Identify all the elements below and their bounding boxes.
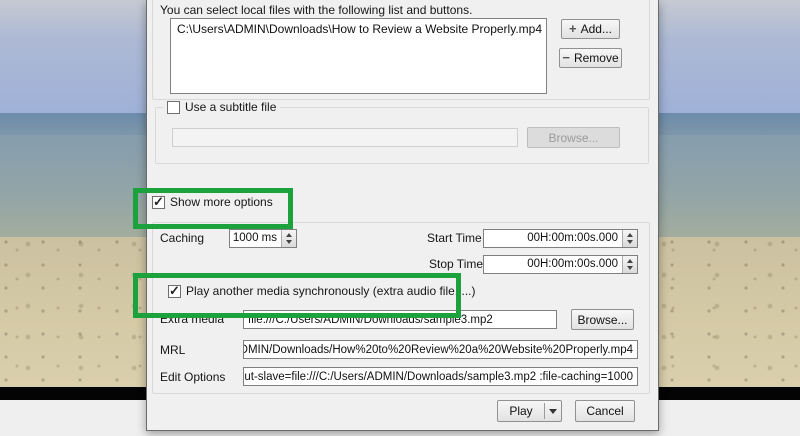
start-time-spin-buttons[interactable] bbox=[622, 230, 637, 247]
file-selection-frame bbox=[152, 0, 650, 100]
spin-up-icon bbox=[286, 233, 292, 237]
edit-options-input[interactable]: :input-slave=file:///C:/Users/ADMIN/Down… bbox=[243, 367, 638, 386]
play-dropdown-button[interactable] bbox=[545, 409, 561, 414]
stop-time-spin-buttons[interactable] bbox=[622, 256, 637, 273]
play-split-button[interactable]: Play bbox=[497, 400, 562, 422]
subtitle-path-input[interactable] bbox=[172, 128, 518, 147]
use-subtitle-checkbox[interactable] bbox=[167, 101, 180, 114]
start-time-value: 00H:00m:00s.000 bbox=[484, 230, 622, 247]
subtitle-browse-button[interactable]: Browse... bbox=[527, 127, 620, 148]
cancel-button[interactable]: Cancel bbox=[575, 400, 635, 422]
mrl-label: MRL bbox=[160, 343, 185, 357]
mrl-input[interactable]: ers/ADMIN/Downloads/How%20to%20Review%20… bbox=[243, 340, 638, 359]
spin-down-icon bbox=[627, 240, 633, 244]
start-time-spinner[interactable]: 00H:00m:00s.000 bbox=[483, 229, 638, 248]
start-time-label: Start Time bbox=[427, 231, 482, 245]
highlight-play-another-media bbox=[133, 273, 461, 318]
stop-time-value: 00H:00m:00s.000 bbox=[484, 256, 622, 273]
caching-spinner[interactable]: 1000 ms bbox=[229, 229, 297, 248]
spin-up-icon bbox=[627, 259, 633, 263]
highlight-show-more-options bbox=[133, 188, 293, 229]
caching-label: Caching bbox=[160, 231, 204, 245]
subtitle-group-header: Use a subtitle file bbox=[163, 100, 280, 114]
vlc-window: 00:06 00:13 ▶ 100% You can select local … bbox=[0, 0, 800, 436]
play-button-label[interactable]: Play bbox=[498, 404, 544, 418]
stop-time-spinner[interactable]: 00H:00m:00s.000 bbox=[483, 255, 638, 274]
edit-options-label: Edit Options bbox=[160, 370, 225, 384]
use-subtitle-label: Use a subtitle file bbox=[185, 100, 276, 114]
chevron-down-icon bbox=[549, 409, 557, 414]
stop-time-label: Stop Time bbox=[429, 257, 483, 271]
extra-media-browse-button[interactable]: Browse... bbox=[571, 309, 634, 330]
caching-value: 1000 ms bbox=[230, 230, 281, 247]
spin-down-icon bbox=[286, 240, 292, 244]
caching-spin-buttons[interactable] bbox=[281, 230, 296, 247]
spin-up-icon bbox=[627, 233, 633, 237]
spin-down-icon bbox=[627, 266, 633, 270]
